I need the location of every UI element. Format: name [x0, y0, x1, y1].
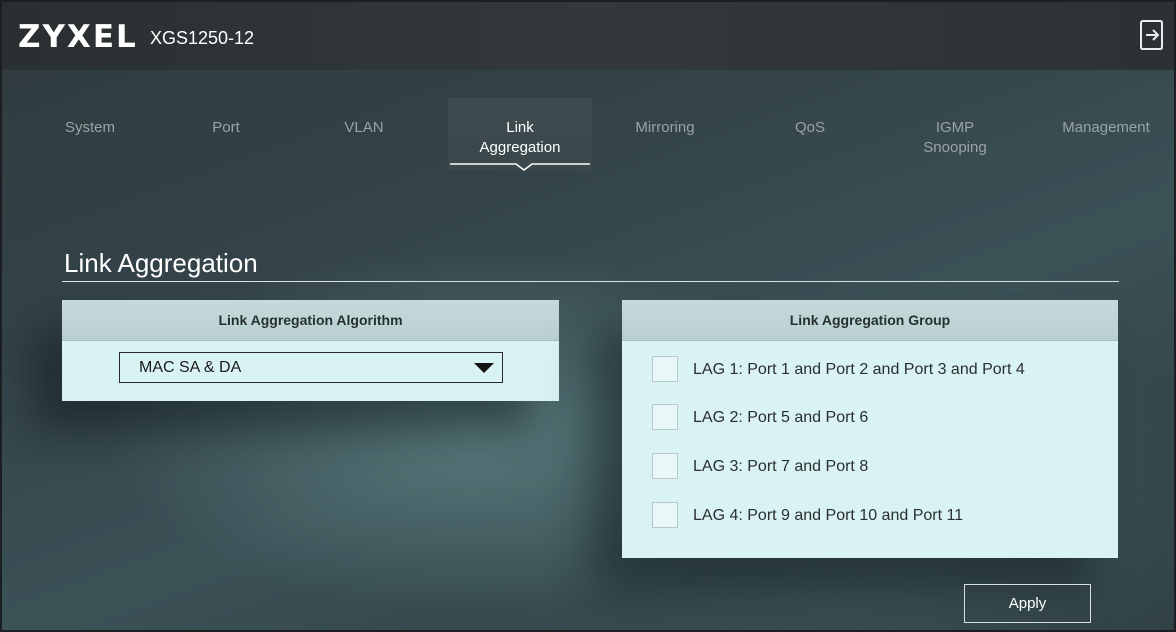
- app-window: ZYXEL XGS1250-12 System Port VLAN Link A…: [0, 0, 1176, 632]
- tab-label: QoS: [794, 119, 825, 136]
- tab-label: Aggregation: [479, 139, 561, 156]
- algorithm-select-value: MAC SA & DA: [139, 359, 242, 376]
- device-model: XGS1250-12: [150, 28, 255, 48]
- tab-label: IGMP: [935, 119, 975, 136]
- tab-system[interactable]: System: [24, 98, 156, 170]
- lag3-label: LAG 3: Port 7 and Port 8: [693, 458, 869, 475]
- tab-link-aggregation[interactable]: Link Aggregation: [448, 98, 592, 171]
- lag3-checkbox[interactable]: [652, 453, 678, 479]
- list-item: LAG 4: Port 9 and Port 10 and Port 11: [652, 502, 1112, 530]
- lag4-label: LAG 4: Port 9 and Port 10 and Port 11: [693, 507, 964, 524]
- logout-icon[interactable]: [1138, 18, 1164, 52]
- lag1-checkbox[interactable]: [652, 356, 678, 382]
- algorithm-panel: Link Aggregation Algorithm MAC SA & DA: [62, 300, 559, 401]
- tab-vlan[interactable]: VLAN: [302, 98, 426, 170]
- chevron-down-icon: [474, 363, 494, 373]
- tab-label: Management: [1062, 119, 1150, 136]
- group-panel-header: Link Aggregation Group: [622, 300, 1118, 341]
- tab-label: VLAN: [344, 119, 384, 136]
- main-nav-tabs: System Port VLAN Link Aggregation Mirror…: [2, 98, 1174, 178]
- tab-igmp-snooping[interactable]: IGMP Snooping: [887, 98, 1023, 170]
- tab-qos[interactable]: QoS: [750, 98, 870, 170]
- title-divider: [62, 281, 1119, 282]
- page-title: Link Aggregation: [64, 248, 258, 278]
- lag2-label: LAG 2: Port 5 and Port 6: [693, 409, 869, 426]
- tab-label: Link: [506, 119, 534, 136]
- tab-mirroring[interactable]: Mirroring: [602, 98, 728, 170]
- list-item: LAG 3: Port 7 and Port 8: [652, 453, 1112, 481]
- lag1-label: LAG 1: Port 1 and Port 2 and Port 3 and …: [693, 361, 1025, 378]
- list-item: LAG 2: Port 5 and Port 6: [652, 404, 1112, 432]
- brand-logo: ZYXEL: [18, 19, 138, 55]
- group-panel: Link Aggregation Group LAG 1: Port 1 and…: [622, 300, 1118, 558]
- tab-label: Snooping: [923, 139, 987, 156]
- lag2-checkbox[interactable]: [652, 404, 678, 430]
- algorithm-panel-header: Link Aggregation Algorithm: [62, 300, 559, 341]
- list-item: LAG 1: Port 1 and Port 2 and Port 3 and …: [652, 356, 1112, 384]
- algorithm-select[interactable]: MAC SA & DA: [119, 352, 503, 383]
- apply-button[interactable]: Apply: [964, 584, 1091, 623]
- tab-port[interactable]: Port: [170, 98, 282, 170]
- tab-label: Mirroring: [635, 119, 695, 136]
- tab-management[interactable]: Management: [1038, 98, 1174, 170]
- top-bar: ZYXEL XGS1250-12: [2, 2, 1174, 70]
- tab-label: System: [64, 119, 115, 136]
- lag4-checkbox[interactable]: [652, 502, 678, 528]
- active-tab-indicator: [450, 163, 590, 171]
- tab-label: Port: [212, 119, 240, 136]
